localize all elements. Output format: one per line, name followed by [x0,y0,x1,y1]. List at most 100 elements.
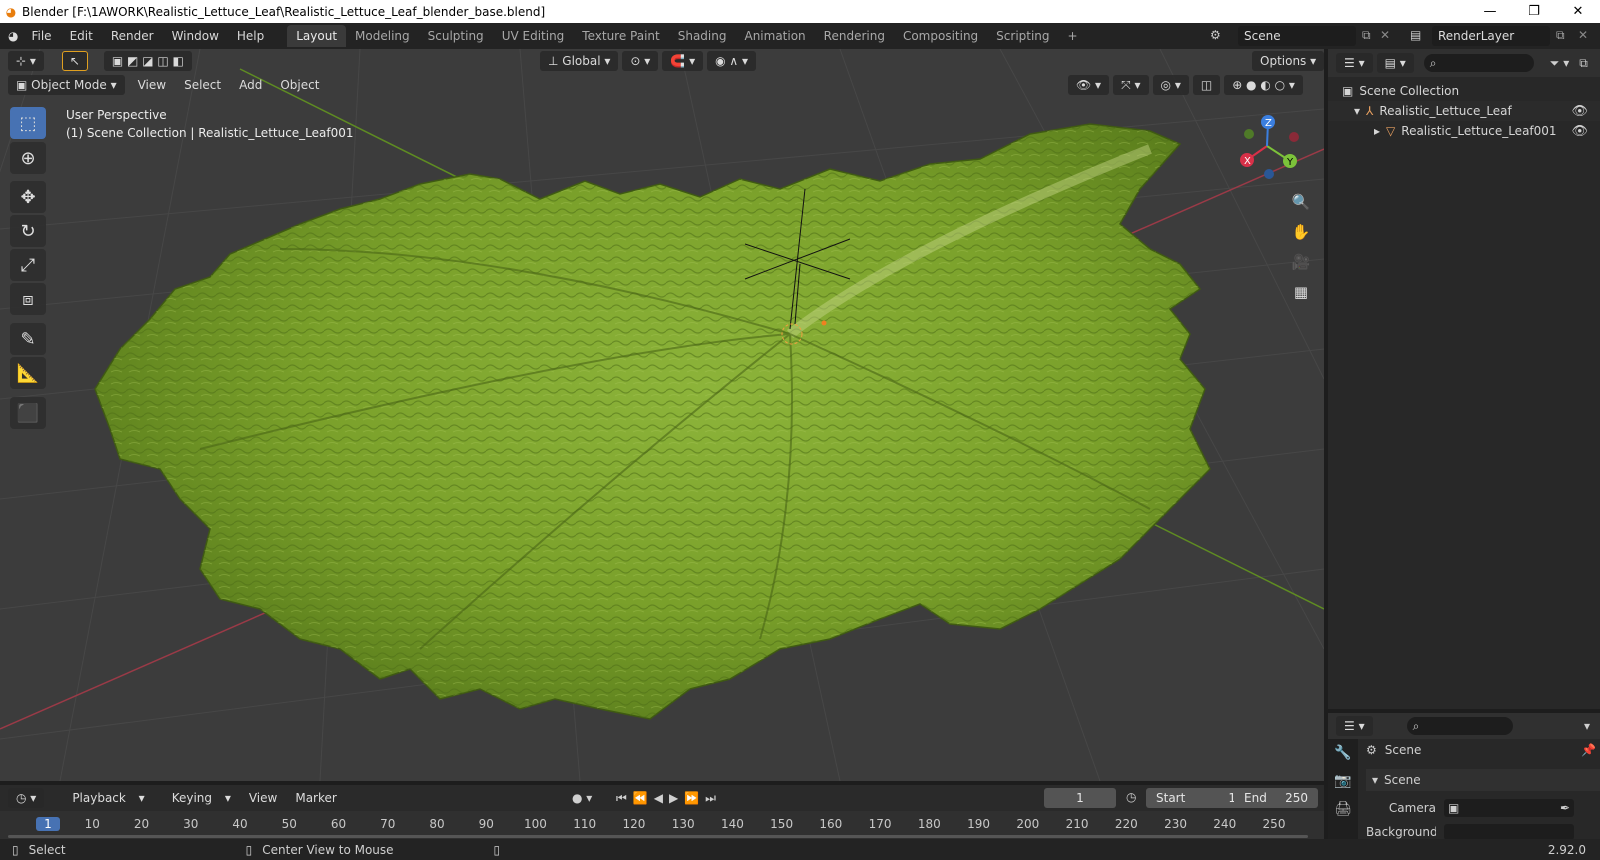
visibility-dropdown[interactable]: 👁 ▾ [1068,75,1110,95]
background-scene-field[interactable] [1444,824,1574,839]
add-workspace-button[interactable]: + [1059,25,1087,47]
frame-ruler[interactable]: 1 10 20 30 40 50 60 70 80 90 100 110 120 130 140 150 160… [0,811,1324,839]
scale-tool[interactable]: ⤢ [10,249,46,281]
3d-viewport[interactable]: ⊹ ▾ ↖ ▣ ◩ ◪ ◫ ◧ ⊥ Global ▾ ⊙ ▾ 🧲 ▾ ◉ ∧ ▾… [0,49,1324,781]
select-box-tool[interactable]: ⬚ [10,107,46,139]
proportional-edit-icon[interactable]: ◉ ∧ ▾ [707,51,756,71]
properties-editor-type[interactable]: ☰ ▾ [1336,716,1373,736]
tab-texture-paint[interactable]: Texture Paint [573,25,668,47]
menu-keying[interactable]: Keying ▾ [154,791,240,805]
camera-field[interactable]: ▣ ✒ [1444,799,1574,817]
new-collection-icon[interactable]: ⧉ [1579,56,1588,71]
pin-icon[interactable]: 📌 [1581,743,1596,757]
pivot-dropdown[interactable]: ⊙ ▾ [622,51,659,71]
selection-mode-icons[interactable]: ▣ ◩ ◪ ◫ ◧ [103,51,192,71]
chevron-down-icon[interactable]: ▾ [1584,719,1590,733]
delete-scene-icon[interactable]: ✕ [1380,28,1390,42]
gizmo-toggle[interactable]: ⤧ ▾ [1113,75,1149,95]
properties-tabs: 🔧 📷 🖨 [1328,739,1358,839]
tab-scripting[interactable]: Scripting [987,25,1058,47]
clock-icon[interactable]: ◷ [1126,790,1136,804]
expand-arrow-icon[interactable]: ▸ [1374,124,1380,138]
tab-animation[interactable]: Animation [735,25,814,47]
editor-type-button[interactable]: ⊹ ▾ [8,51,44,71]
tweak-tool-icon[interactable]: ↖ [61,51,88,71]
scene-selector[interactable]: Scene [1238,26,1356,46]
version-label: 2.92.0 [1547,842,1586,857]
orientation-dropdown[interactable]: ⊥ Global ▾ [540,51,619,71]
menu-edit[interactable]: Edit [61,29,102,43]
menu-add[interactable]: Add [230,78,271,92]
transform-tool[interactable]: ⧈ [10,283,46,315]
outliner-row-lettuce-leaf[interactable]: ▾ ⅄ Realistic_Lettuce_Leaf 👁 [1328,101,1600,121]
move-tool[interactable]: ✥ [10,181,46,213]
pan-hand-icon[interactable]: ✋ [1288,219,1314,245]
annotate-tool[interactable]: ✎ [10,323,46,355]
shading-mode-icons[interactable]: ⊕ ● ◐ ○ ▾ [1224,75,1303,95]
perspective-grid-icon[interactable]: ▦ [1288,279,1314,305]
scene-section-header[interactable]: ▾ Scene [1366,769,1600,791]
menu-timeline-view[interactable]: View [240,791,286,805]
close-button[interactable]: ✕ [1556,4,1600,19]
visibility-eye-icon[interactable]: 👁 [1571,124,1588,139]
overlay-toggle[interactable]: ◎ ▾ [1152,75,1189,95]
properties-search-input[interactable]: ⌕ [1406,717,1513,735]
blender-menu-icon[interactable]: ◕ [8,29,18,43]
menu-playback[interactable]: Playback ▾ [54,791,153,805]
output-tab-icon[interactable]: 🖨 [1328,795,1358,823]
minimize-button[interactable]: — [1468,4,1512,19]
measure-tool[interactable]: 📐 [10,357,46,389]
delete-view-layer-icon[interactable]: ✕ [1578,28,1588,42]
view-layer-icon[interactable]: ▤ [1410,28,1421,42]
collapse-arrow-icon[interactable]: ▾ [1354,104,1360,118]
current-frame-field[interactable]: 1 [1044,788,1116,808]
tab-rendering[interactable]: Rendering [815,25,894,47]
menu-render[interactable]: Render [102,29,163,43]
xray-toggle[interactable]: ◫ [1192,75,1221,95]
visibility-eye-icon[interactable]: 👁 [1571,104,1588,119]
tab-compositing[interactable]: Compositing [894,25,987,47]
menu-marker[interactable]: Marker [286,791,345,805]
outliner-display-mode[interactable]: ▤ ▾ [1376,53,1414,73]
tab-uv-editing[interactable]: UV Editing [493,25,574,47]
tab-sculpting[interactable]: Sculpting [419,25,493,47]
object-mode-dropdown[interactable]: ▣ Object Mode ▾ [8,75,125,95]
add-cube-tool[interactable]: ⬛ [10,397,46,429]
tab-layout[interactable]: Layout [287,25,347,47]
timeline-scrollbar[interactable] [8,835,1308,838]
outliner-row-scene-collection[interactable]: ▣ Scene Collection [1328,81,1600,101]
maximize-button[interactable]: ❐ [1512,4,1556,19]
outliner-editor-type[interactable]: ☰ ▾ [1336,53,1373,73]
new-view-layer-icon[interactable]: ⧉ [1556,28,1565,43]
snap-toggle[interactable]: 🧲 ▾ [662,51,704,71]
end-frame-field[interactable]: End 250 [1234,788,1318,808]
render-tab-icon[interactable]: 📷 [1328,767,1358,795]
menu-select[interactable]: Select [175,78,230,92]
outliner-row-lettuce-leaf001[interactable]: ▸ ▽ Realistic_Lettuce_Leaf001 👁 [1328,121,1600,141]
options-dropdown[interactable]: Options ▾ [1252,51,1324,71]
timeline-editor-type[interactable]: ◷ ▾ [8,788,45,808]
tab-modeling[interactable]: Modeling [346,25,419,47]
menu-view[interactable]: View [129,78,175,92]
eyedropper-icon[interactable]: ✒ [1560,801,1570,815]
tool-tab-icon[interactable]: 🔧 [1328,739,1358,767]
cursor-tool[interactable]: ⊕ [10,142,46,174]
scene-icon[interactable]: ⚙ [1210,28,1221,42]
navigation-gizmo[interactable]: X Y Z [1232,111,1302,181]
start-frame-field[interactable]: Start 1 [1146,788,1246,808]
view-layer-selector[interactable]: RenderLayer [1432,26,1550,46]
playback-controls[interactable]: ⏮⏪◀▶⏩⏭ [616,791,722,806]
outliner-search-input[interactable]: ⌕ [1423,54,1534,72]
new-scene-icon[interactable]: ⧉ [1362,28,1371,43]
tab-shading[interactable]: Shading [669,25,736,47]
frame-tick-label: 230 [1164,817,1187,831]
filter-icon[interactable]: ⏷ ▾ [1550,56,1569,71]
camera-view-icon[interactable]: 🎥 [1288,249,1314,275]
menu-window[interactable]: Window [163,29,228,43]
menu-file[interactable]: File [22,29,60,43]
record-icon[interactable]: ● ▾ [572,791,592,805]
zoom-icon[interactable]: 🔍 [1288,189,1314,215]
menu-object[interactable]: Object [271,78,328,92]
menu-help[interactable]: Help [228,29,273,43]
rotate-tool[interactable]: ↻ [10,215,46,247]
